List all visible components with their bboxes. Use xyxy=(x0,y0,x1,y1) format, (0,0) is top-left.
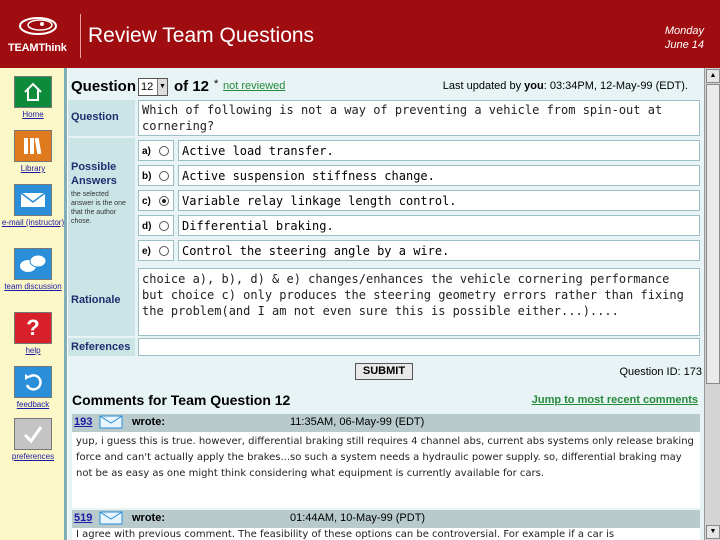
sidebar-item-label: team discussion xyxy=(4,282,62,291)
answers-label: Possible Answers xyxy=(71,161,117,187)
refresh-arrow-icon xyxy=(14,366,52,398)
answer-text: Variable relay linkage length control. xyxy=(178,190,700,211)
sidebar-item-label: feedback xyxy=(16,400,50,409)
question-label: Question xyxy=(68,100,135,136)
answer-radio-c[interactable] xyxy=(159,196,169,206)
status-marker: * xyxy=(214,78,219,90)
question-id: Question ID: 173 xyxy=(619,366,702,378)
envelope-icon xyxy=(14,184,52,216)
question-icon: ? xyxy=(14,312,52,344)
sidebar-item-label: help xyxy=(25,346,41,355)
header-divider xyxy=(80,14,81,58)
date-date: June 14 xyxy=(664,39,704,51)
logo-text: TEAMThink xyxy=(8,42,67,54)
review-status-link[interactable]: not reviewed xyxy=(223,80,285,92)
question-total: of 12 xyxy=(174,78,210,95)
answer-letter: c) xyxy=(138,190,174,211)
sidebar-item-email[interactable]: e-mail (instructor) xyxy=(0,184,66,227)
sidebar-item-home[interactable]: Home xyxy=(0,76,66,119)
answer-letter-text: b) xyxy=(142,171,152,182)
chat-bubbles-icon xyxy=(14,248,52,280)
page-title: Review Team Questions xyxy=(88,24,315,47)
jump-to-recent-link[interactable]: Jump to most recent comments xyxy=(532,394,698,406)
answer-radio-d[interactable] xyxy=(159,221,169,231)
sidebar-item-feedback[interactable]: feedback xyxy=(0,366,66,409)
answer-radio-b[interactable] xyxy=(159,171,169,181)
scroll-down-arrow-icon[interactable]: ▼ xyxy=(706,525,720,539)
answer-text: Control the steering angle by a wire. xyxy=(178,240,700,261)
comment-wrote-label: wrote: xyxy=(132,512,165,524)
answer-letter: a) xyxy=(138,140,174,161)
sidebar: Home Library e-mail (instructor) team di… xyxy=(0,68,67,540)
comment-author-link[interactable]: 519 xyxy=(74,512,92,524)
answer-row-e: e) Control the steering angle by a wire. xyxy=(138,238,700,262)
comment-timestamp: 11:35AM, 06-May-99 (EDT) xyxy=(290,416,425,428)
vertical-scrollbar[interactable]: ▲ ▼ xyxy=(704,68,720,540)
comment-body: I agree with previous comment. The feasi… xyxy=(72,528,700,540)
app-header: TEAMThink Review Team Questions Monday J… xyxy=(0,0,720,68)
envelope-icon[interactable] xyxy=(98,414,124,430)
answer-letter: b) xyxy=(138,165,174,186)
answer-letter: e) xyxy=(138,240,174,261)
updated-by: you xyxy=(524,80,544,92)
comment-author-link[interactable]: 193 xyxy=(74,416,92,428)
sidebar-item-preferences[interactable]: preferences xyxy=(0,418,66,461)
home-icon xyxy=(14,76,52,108)
comment-header: 193 wrote: 11:35AM, 06-May-99 (EDT) xyxy=(72,414,700,432)
scroll-thumb[interactable] xyxy=(706,84,720,384)
answer-row-d: d) Differential braking. xyxy=(138,213,700,237)
date-day: Monday xyxy=(664,25,704,37)
comment-body: yup, i guess this is true. however, diff… xyxy=(72,432,700,508)
answer-letter-text: e) xyxy=(142,246,151,257)
library-icon xyxy=(14,130,52,162)
answer-row-a: a) Active load transfer. xyxy=(138,138,700,162)
answer-radio-a[interactable] xyxy=(159,146,169,156)
main-content: Question 12 ▼ of 12 * not reviewed Last … xyxy=(68,68,704,540)
answer-letter-text: c) xyxy=(142,196,151,207)
references-field[interactable] xyxy=(138,338,700,356)
answer-row-c: c) Variable relay linkage length control… xyxy=(138,188,700,212)
answer-letter-text: d) xyxy=(142,221,152,232)
question-selector-label: Question xyxy=(71,78,137,95)
sidebar-item-label: Home xyxy=(22,110,44,119)
logo-swoosh-icon xyxy=(19,17,57,35)
sidebar-item-label: e-mail (instructor) xyxy=(1,218,65,227)
scroll-up-arrow-icon[interactable]: ▲ xyxy=(706,69,720,83)
sidebar-item-help[interactable]: ? help xyxy=(0,312,66,355)
updated-prefix: Last updated by xyxy=(442,80,522,92)
comments-title: Comments for Team Question 12 xyxy=(72,392,291,408)
comment-wrote-label: wrote: xyxy=(132,416,165,428)
answer-radio-e[interactable] xyxy=(159,246,169,256)
answer-text: Active suspension stiffness change. xyxy=(178,165,700,186)
last-updated: Last updated by you: 03:34PM, 12-May-99 … xyxy=(443,80,688,92)
sidebar-item-label: preferences xyxy=(11,452,55,461)
answer-text: Differential braking. xyxy=(178,215,700,236)
references-label: References xyxy=(68,338,135,356)
question-bar: Question 12 ▼ of 12 * not reviewed Last … xyxy=(68,74,704,100)
question-text: Which of following is not a way of preve… xyxy=(138,100,700,136)
checkmark-icon xyxy=(14,418,52,450)
answer-letter: d) xyxy=(138,215,174,236)
header-date: Monday June 14 xyxy=(665,24,704,52)
updated-time: : 03:34PM, 12-May-99 (EDT). xyxy=(543,80,688,92)
teamthink-logo[interactable]: TEAMThink xyxy=(6,10,76,60)
answer-text: Active load transfer. xyxy=(178,140,700,161)
answer-letter-text: a) xyxy=(142,146,151,157)
sidebar-item-library[interactable]: Library xyxy=(0,130,66,173)
answer-row-b: b) Active suspension stiffness change. xyxy=(138,163,700,187)
sidebar-item-label: Library xyxy=(20,164,46,173)
envelope-icon[interactable] xyxy=(98,510,124,526)
answers-note: the selected answer is the one that the … xyxy=(71,191,126,225)
comment-header: 519 wrote: 01:44AM, 10-May-99 (PDT) xyxy=(72,510,700,528)
sidebar-item-team-discussion[interactable]: team discussion xyxy=(0,248,66,291)
chevron-down-icon[interactable]: ▼ xyxy=(157,79,167,95)
rationale-text: choice a), b), d) & e) changes/enhances … xyxy=(138,268,700,336)
comment-timestamp: 01:44AM, 10-May-99 (PDT) xyxy=(290,512,426,524)
submit-button[interactable]: SUBMIT xyxy=(355,363,413,380)
rationale-label: Rationale xyxy=(68,268,135,336)
question-number-value: 12 xyxy=(141,81,154,93)
question-number-select[interactable]: 12 ▼ xyxy=(138,78,168,96)
